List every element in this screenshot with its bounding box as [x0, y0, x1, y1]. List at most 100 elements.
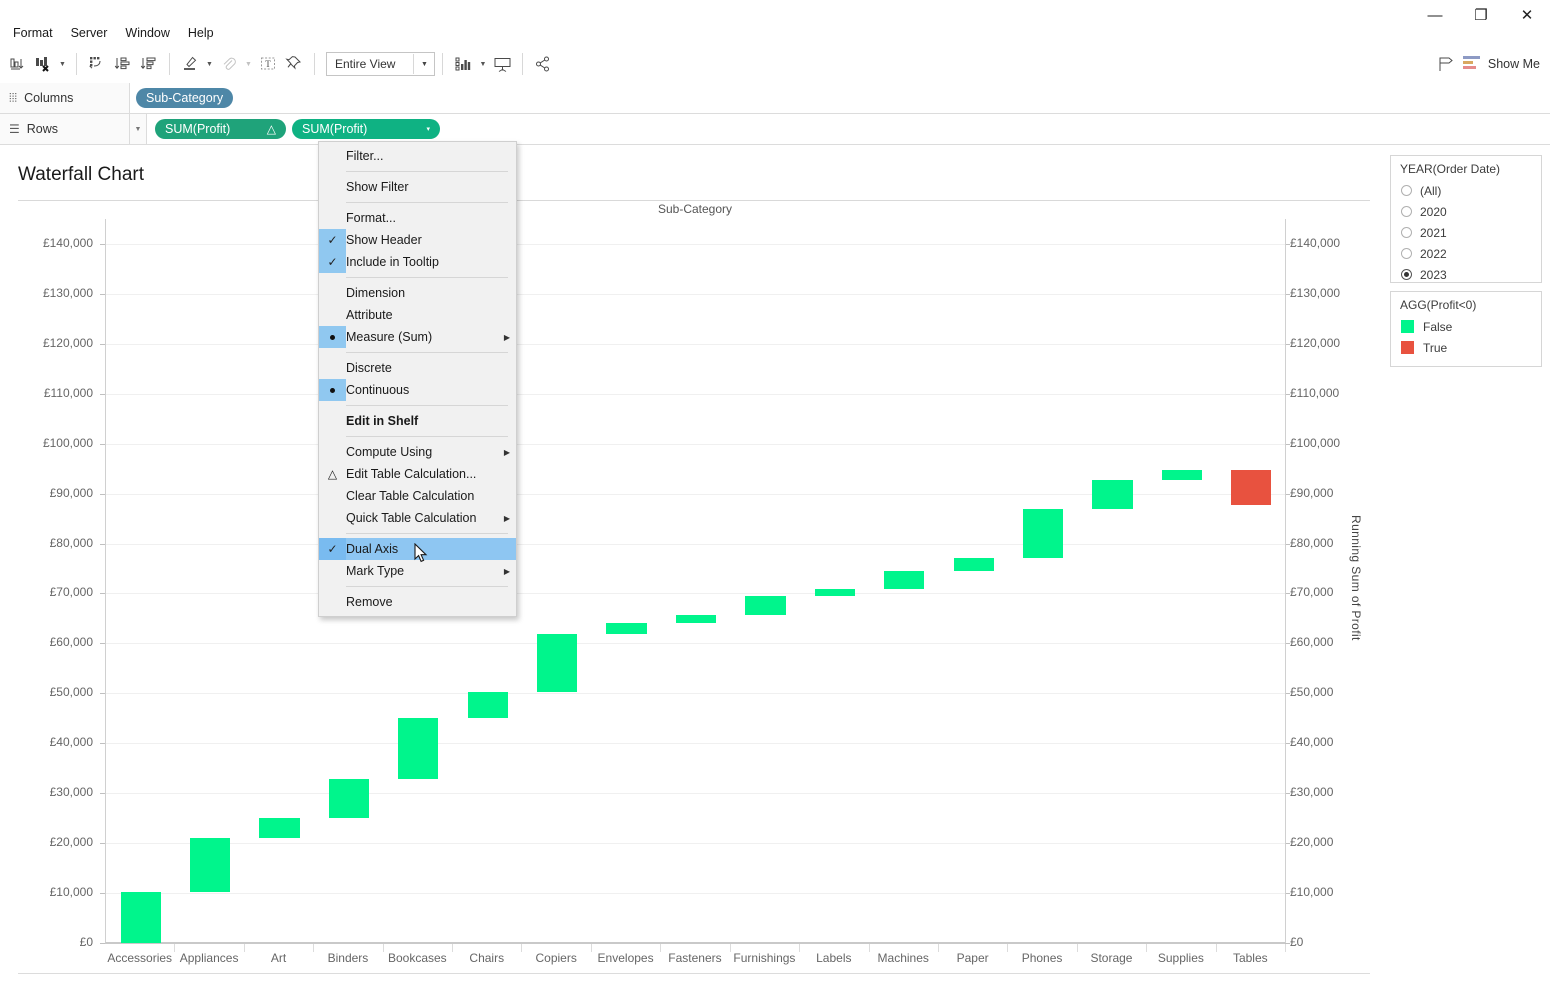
rows-shelf-dropdown-caret[interactable]: ▼	[130, 114, 147, 144]
x-axis-separator	[660, 944, 662, 952]
x-axis-separator	[1146, 944, 1148, 952]
legend-entry[interactable]: True	[1391, 337, 1541, 358]
waterfall-bar[interactable]	[189, 838, 231, 893]
context-menu-item[interactable]: △ Edit Table Calculation...	[319, 463, 516, 485]
waterfall-bar[interactable]	[675, 614, 717, 624]
clear-sheet-dropdown-caret[interactable]: ▼	[56, 51, 69, 77]
waterfall-bar[interactable]	[1022, 508, 1064, 559]
swap-icon[interactable]	[84, 51, 110, 77]
context-menu-item[interactable]: Compute Using ▶	[319, 441, 516, 463]
year-filter-option-label: 2021	[1420, 225, 1447, 240]
context-menu-item[interactable]: Show Filter	[319, 176, 516, 198]
menu-item-help[interactable]: Help	[179, 23, 223, 43]
menu-item-format[interactable]: Format	[4, 23, 62, 43]
x-axis-tick-label: Art	[270, 951, 287, 965]
chevron-down-icon[interactable]: ▼	[413, 54, 434, 74]
menu-item-gutter	[319, 410, 346, 432]
y-axis-tick-label-left: £80,000	[49, 535, 93, 550]
menu-separator	[346, 352, 508, 353]
year-filter-option[interactable]: 2022	[1391, 243, 1541, 264]
year-filter-option[interactable]: (All)	[1391, 180, 1541, 201]
y-axis-tick-left	[100, 543, 105, 545]
show-cards-icon[interactable]	[450, 51, 476, 77]
table-calculation-delta-icon: △	[327, 467, 338, 481]
context-menu-item[interactable]: ✓ Include in Tooltip	[319, 251, 516, 273]
radio-button-icon[interactable]	[1401, 269, 1412, 280]
x-axis-tick-label: Binders	[327, 951, 369, 965]
context-menu-item[interactable]: Clear Table Calculation	[319, 485, 516, 507]
presentation-mode-icon[interactable]	[489, 51, 515, 77]
columns-shelf[interactable]: ⦙⦙⦙ Columns Sub-Category	[0, 83, 1550, 114]
waterfall-bar[interactable]	[953, 558, 994, 571]
sort-descending-icon[interactable]	[136, 51, 162, 77]
x-axis-separator	[1076, 944, 1078, 952]
x-axis-tick-label: Phones	[1021, 951, 1063, 965]
pill-sum-profit-2[interactable]: SUM(Profit) ▾	[292, 119, 440, 139]
context-menu-item-label: Clear Table Calculation	[346, 489, 475, 503]
y-axis-tick-label-left: £0	[79, 935, 93, 949]
waterfall-bar[interactable]	[814, 588, 855, 597]
fit-select[interactable]: Entire View ▼	[326, 52, 436, 76]
waterfall-bar[interactable]	[606, 623, 647, 635]
year-filter-option[interactable]: 2023	[1391, 264, 1541, 285]
context-menu-item[interactable]: Attribute	[319, 304, 516, 326]
chart-plot-area[interactable]	[105, 219, 1285, 944]
pill-sum-profit-1[interactable]: SUM(Profit) △	[155, 119, 286, 139]
waterfall-bar[interactable]	[745, 596, 786, 615]
x-axis-tick-label: Envelopes	[597, 951, 654, 965]
context-menu-item[interactable]: Discrete	[319, 357, 516, 379]
waterfall-bar[interactable]	[259, 818, 300, 839]
year-filter-option[interactable]: 2020	[1391, 201, 1541, 222]
waterfall-bar[interactable]	[1231, 469, 1272, 505]
highlight-dropdown-caret[interactable]: ▼	[203, 51, 216, 77]
y-axis-tick-label-right: £50,000	[1290, 685, 1334, 700]
sort-ascending-icon[interactable]	[110, 51, 136, 77]
context-menu-item[interactable]: Quick Table Calculation ▶	[319, 507, 516, 529]
waterfall-bar[interactable]	[467, 692, 508, 718]
legend-color-swatch[interactable]	[1401, 320, 1414, 333]
x-axis-tick-label: Furnishings	[733, 951, 796, 965]
tooltip-icon[interactable]	[1436, 53, 1456, 76]
waterfall-bar[interactable]	[1161, 469, 1202, 480]
waterfall-bar[interactable]	[398, 717, 439, 779]
y-axis-tick-label-right: £0	[1290, 935, 1304, 949]
waterfall-bar[interactable]	[120, 892, 161, 943]
radio-button-icon[interactable]	[1401, 206, 1412, 217]
waterfall-bar[interactable]	[537, 634, 578, 693]
radio-button-icon[interactable]	[1401, 248, 1412, 259]
menu-item-server[interactable]: Server	[62, 23, 117, 43]
radio-button-icon[interactable]	[1401, 185, 1412, 196]
menu-item-window[interactable]: Window	[116, 23, 178, 43]
context-menu-item[interactable]: Measure (Sum) ▶	[319, 326, 516, 348]
grid-line	[106, 543, 1285, 545]
clear-sheet-icon[interactable]	[30, 51, 56, 77]
waterfall-bar[interactable]	[884, 571, 925, 589]
highlight-icon[interactable]	[177, 51, 203, 77]
rows-shelf[interactable]: ☰ Rows ▼ SUM(Profit) △ SUM(Profit) ▾	[0, 114, 1550, 145]
legend-entry[interactable]: False	[1391, 316, 1541, 337]
waterfall-bar[interactable]	[328, 778, 370, 819]
show-me-button[interactable]: Show Me	[1436, 52, 1540, 76]
context-menu-item[interactable]: Filter...	[319, 145, 516, 167]
show-cards-dropdown-caret[interactable]: ▼	[476, 51, 489, 77]
context-menu-item[interactable]: Format...	[319, 207, 516, 229]
context-menu-item[interactable]: Remove	[319, 591, 516, 613]
context-menu-item[interactable]: Edit in Shelf	[319, 410, 516, 432]
x-axis-tick-label: Chairs	[469, 951, 505, 965]
pin-icon[interactable]	[281, 51, 307, 77]
waterfall-bar[interactable]	[1092, 479, 1133, 509]
y-axis-tick-label-right: £20,000	[1290, 835, 1334, 850]
year-filter-option-label: (All)	[1420, 183, 1442, 198]
text-label-icon[interactable]: T	[255, 51, 281, 77]
share-icon[interactable]	[530, 51, 556, 77]
context-menu-item[interactable]: ✓ Show Header	[319, 229, 516, 251]
year-filter-option[interactable]: 2021	[1391, 222, 1541, 243]
context-menu-item[interactable]: Dimension	[319, 282, 516, 304]
radio-button-icon[interactable]	[1401, 227, 1412, 238]
context-menu-item[interactable]: Continuous	[319, 379, 516, 401]
submenu-arrow-icon: ▶	[503, 566, 511, 576]
pill-sub-category[interactable]: Sub-Category	[136, 88, 234, 108]
chevron-down-icon[interactable]: ▾	[426, 125, 430, 133]
legend-color-swatch[interactable]	[1401, 341, 1414, 354]
swap-rows-columns-icon[interactable]	[4, 51, 30, 77]
